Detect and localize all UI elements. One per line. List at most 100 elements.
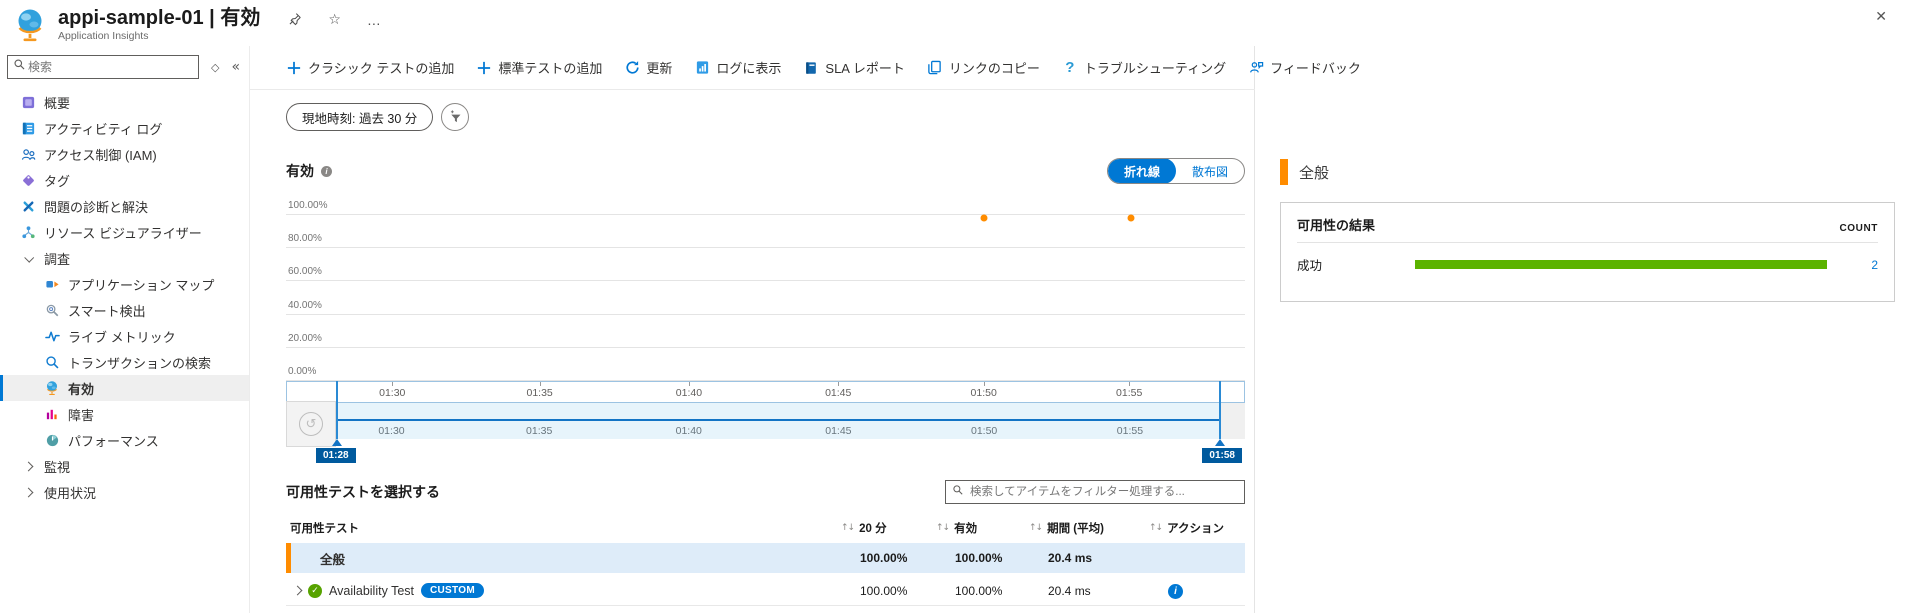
- command-bar: クラシック テストの追加 標準テストの追加 更新 ログに表示 SLA レポート: [250, 46, 1361, 90]
- copy-link-button[interactable]: リンクのコピー: [927, 58, 1040, 77]
- detail-panel-header: 全般: [1280, 158, 1895, 186]
- magnifier-icon: [44, 354, 60, 370]
- row-20min-value: 100.00%: [860, 583, 908, 598]
- sidebar-item-label: パフォーマンス: [68, 433, 159, 449]
- column-header-action[interactable]: ↑↓ アクション: [1149, 520, 1245, 536]
- reset-zoom-button[interactable]: ↺: [286, 401, 336, 447]
- toggle-scatter-option[interactable]: 散布図: [1176, 159, 1244, 183]
- toolbar-label: SLA レポート: [825, 61, 905, 76]
- sidebar-item-resource-visualizer[interactable]: リソース ビジュアライザー: [0, 219, 249, 245]
- range-end-handle[interactable]: [1219, 381, 1221, 439]
- refresh-button[interactable]: 更新: [624, 58, 672, 77]
- filter-row: 現地時刻: 過去 30 分: [286, 103, 1245, 131]
- diamond-icon[interactable]: ◇: [211, 61, 219, 74]
- close-icon[interactable]: ✕: [1875, 9, 1887, 25]
- info-icon[interactable]: i: [1168, 583, 1183, 599]
- sidebar-item-tags[interactable]: タグ: [0, 167, 249, 193]
- column-header-availability[interactable]: ↑↓ 有効: [936, 520, 1029, 536]
- sidebar-group-usage[interactable]: 使用状況: [0, 479, 249, 505]
- detail-panel-title: 全般: [1299, 164, 1330, 182]
- sidebar-group-investigate[interactable]: 調査: [0, 245, 249, 271]
- page-title: appi-sample-01 | 有効: [58, 7, 261, 29]
- application-map-icon: [44, 276, 60, 292]
- add-filter-button[interactable]: [441, 103, 470, 131]
- y-tick-label: 100.00%: [288, 200, 328, 211]
- sidebar-item-smart-detection[interactable]: スマート検出: [0, 297, 249, 323]
- toolbar-label: クラシック テストの追加: [308, 61, 455, 76]
- range-start-marker[interactable]: [332, 439, 342, 446]
- brush-tick-labels: 01:30 01:35 01:40 01:45 01:50 01:55: [286, 425, 1245, 439]
- sort-icon: ↑↓: [936, 523, 950, 533]
- sidebar-item-access-control[interactable]: アクセス制御 (IAM): [0, 141, 249, 167]
- row-duration-value: 20.4 ms: [1048, 583, 1091, 598]
- axis-tick-label: 01:40: [675, 387, 703, 399]
- axis-tick-mark: [1129, 382, 1131, 386]
- sidebar-item-transaction-search[interactable]: トランザクションの検索: [0, 349, 249, 375]
- sort-icon: ↑↓: [841, 523, 855, 533]
- brush-tick-label: 01:50: [971, 425, 998, 437]
- success-count-bar: [1415, 260, 1827, 269]
- sidebar-item-label: スマート検出: [68, 303, 146, 319]
- more-options-icon[interactable]: …: [367, 13, 381, 27]
- sidebar-search-box[interactable]: [7, 55, 199, 79]
- sidebar-item-application-map[interactable]: アプリケーション マップ: [0, 271, 249, 297]
- axis-tick-label: 01:50: [970, 387, 997, 399]
- range-end-marker[interactable]: [1215, 439, 1225, 446]
- column-header-20min[interactable]: ↑↓ 20 分: [841, 520, 936, 536]
- expand-chevron-icon[interactable]: [292, 585, 303, 596]
- table-row-general[interactable]: 全般 100.00% 100.00% 20.4 ms: [286, 543, 1245, 573]
- sidebar-item-label: アクティビティ ログ: [44, 121, 163, 137]
- add-classic-test-button[interactable]: クラシック テストの追加: [286, 58, 454, 77]
- sla-report-button[interactable]: SLA レポート: [803, 58, 905, 77]
- info-icon[interactable]: i: [321, 165, 332, 177]
- detail-panel: 全般 可用性の結果 COUNT 成功 2: [1255, 46, 1905, 613]
- column-header-duration[interactable]: ↑↓ 期間 (平均): [1029, 520, 1149, 536]
- page-subtitle: Application Insights: [58, 30, 149, 42]
- favorite-star-icon[interactable]: ☆: [328, 13, 341, 27]
- y-tick-label: 0.00%: [288, 366, 317, 377]
- gridline: [286, 280, 1245, 281]
- activity-log-icon: [20, 120, 36, 136]
- toggle-line-option[interactable]: 折れ線: [1107, 159, 1176, 183]
- sidebar-item-activity-log[interactable]: アクティビティ ログ: [0, 115, 249, 141]
- tests-filter-input[interactable]: [968, 485, 1244, 499]
- troubleshooting-button[interactable]: ? トラブルシューティング: [1062, 58, 1226, 77]
- sidebar-group-monitoring[interactable]: 監視: [0, 453, 249, 479]
- availability-results-card: 可用性の結果 COUNT 成功 2: [1280, 202, 1895, 302]
- book-icon: [803, 60, 819, 76]
- success-count-value[interactable]: 2: [1871, 258, 1878, 272]
- axis-tick-label: 01:30: [379, 387, 406, 399]
- sort-icon: ↑↓: [1149, 523, 1163, 533]
- table-row-availability-test[interactable]: ✓ Availability Test CUSTOM 100.00% 100.0…: [286, 576, 1245, 606]
- main-content: クラシック テストの追加 標準テストの追加 更新 ログに表示 SLA レポート: [250, 46, 1361, 613]
- tests-header: 可用性テストを選択する: [286, 479, 1245, 505]
- show-in-logs-button[interactable]: ログに表示: [694, 58, 781, 77]
- toolbar-label: トラブルシューティング: [1083, 61, 1227, 76]
- sidebar-item-overview[interactable]: 概要: [0, 89, 249, 115]
- sidebar-item-label: 監視: [44, 459, 71, 475]
- sidebar-item-label: 概要: [44, 95, 71, 111]
- time-range-pill[interactable]: 現地時刻: 過去 30 分: [286, 103, 434, 131]
- collapse-sidebar-icon[interactable]: «: [231, 59, 240, 75]
- column-header-name[interactable]: 可用性テスト: [286, 520, 841, 536]
- sidebar-item-diagnose-solve[interactable]: 問題の診断と解決: [0, 193, 249, 219]
- data-point-0155: [1127, 214, 1135, 222]
- tests-filter-box[interactable]: [945, 480, 1245, 504]
- column-label: 20 分: [859, 523, 887, 535]
- sidebar-search-input[interactable]: [26, 59, 198, 75]
- sidebar-item-label: タグ: [44, 173, 71, 189]
- chevron-right-icon: [20, 461, 36, 471]
- add-standard-test-button[interactable]: 標準テストの追加: [476, 58, 602, 77]
- application-insights-globe-icon: [14, 7, 46, 43]
- sidebar-item-availability[interactable]: 有効: [0, 375, 249, 401]
- pin-icon[interactable]: [288, 12, 302, 28]
- gridline: [286, 314, 1245, 315]
- y-tick-label: 20.00%: [288, 333, 322, 344]
- range-start-handle[interactable]: [336, 381, 338, 439]
- sidebar-item-failures[interactable]: 障害: [0, 401, 249, 427]
- sidebar-item-label: 調査: [44, 251, 71, 267]
- sidebar-item-label: 障害: [68, 407, 95, 423]
- sidebar-item-performance[interactable]: パフォーマンス: [0, 427, 249, 453]
- axis-tick-mark: [539, 382, 541, 386]
- sidebar-item-live-metrics[interactable]: ライブ メトリック: [0, 323, 249, 349]
